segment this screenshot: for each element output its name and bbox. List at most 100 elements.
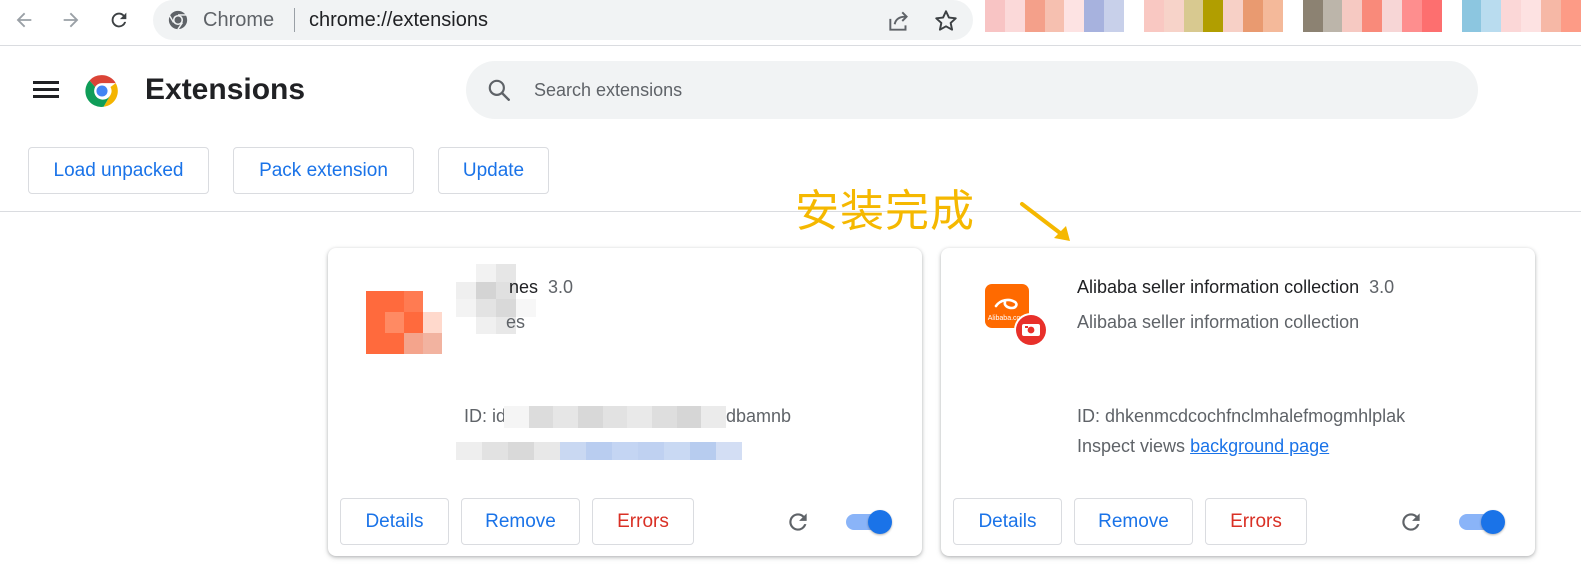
obscured-tile — [1481, 0, 1502, 32]
search-input[interactable] — [534, 61, 1434, 119]
obscured-tile — [664, 442, 690, 460]
obscured-tile — [1084, 0, 1105, 32]
alibaba-extension-icon: Alibaba.com — [985, 284, 1051, 350]
obscured-tile — [1342, 0, 1363, 32]
errors-button[interactable]: Errors — [592, 498, 694, 545]
obscured-tile — [456, 299, 476, 317]
obscured-tile — [1143, 0, 1164, 32]
obscured-tile — [366, 291, 385, 312]
obscured-tile — [716, 442, 742, 460]
obscured-tile — [423, 333, 442, 354]
obscured-tile — [1104, 0, 1125, 32]
details-button[interactable]: Details — [953, 498, 1062, 545]
obscured-id-block — [504, 406, 726, 428]
obscured-tile — [456, 264, 476, 282]
obscured-tile — [482, 442, 508, 460]
extension-card-alibaba: Alibaba.com Alibaba seller information c… — [941, 248, 1535, 556]
menu-icon — [33, 81, 59, 84]
obscured-tile — [385, 312, 404, 333]
obscured-tile — [456, 442, 482, 460]
enable-toggle[interactable] — [1459, 510, 1505, 534]
forward-button[interactable] — [55, 4, 87, 36]
obscured-tile — [1263, 0, 1283, 32]
chrome-logo-icon — [85, 75, 118, 107]
obscured-tile — [1402, 0, 1422, 32]
reload-extension-icon[interactable] — [785, 509, 811, 535]
obscured-tile — [627, 406, 652, 428]
obscured-tile — [385, 291, 404, 312]
obscured-tile — [1362, 0, 1383, 32]
extension-name: Alibaba seller information collection 3.0 — [1077, 277, 1394, 298]
install-complete-annotation: 安装完成 — [795, 186, 975, 237]
extension-version: 3.0 — [1369, 277, 1395, 297]
toggle-knob — [1481, 510, 1505, 534]
obscured-tile — [1024, 0, 1045, 32]
arrow-left-icon — [16, 12, 32, 28]
obscured-tile — [690, 442, 716, 460]
obscured-tile — [456, 281, 476, 299]
obscured-tile — [366, 312, 385, 333]
load-unpacked-button[interactable]: Load unpacked — [28, 147, 209, 194]
obscured-tile — [404, 270, 423, 291]
enable-toggle[interactable] — [846, 510, 892, 534]
obscured-tile — [1282, 0, 1303, 32]
details-button[interactable]: Details — [340, 498, 449, 545]
obscured-tile — [404, 291, 423, 312]
obscured-tile — [404, 312, 423, 333]
obscured-tile — [638, 442, 664, 460]
extension-card: nes 3.0 es ID: idikr dbamnb Details Remov… — [328, 248, 922, 556]
search-icon — [488, 79, 510, 101]
obscured-tile — [1421, 0, 1442, 32]
url-text[interactable]: chrome://extensions — [309, 9, 488, 32]
inspect-views: Inspect views background page — [1077, 436, 1329, 457]
obscured-tile — [1243, 0, 1264, 32]
extension-description: Alibaba seller information collection — [1077, 312, 1360, 332]
back-button[interactable] — [8, 4, 40, 36]
header-divider — [0, 211, 1581, 212]
obscured-tile — [1560, 0, 1581, 32]
obscured-tile — [476, 281, 496, 299]
main-menu-button[interactable] — [33, 78, 63, 104]
toggle-knob — [868, 510, 892, 534]
errors-button[interactable]: Errors — [1205, 498, 1307, 545]
obscured-tile — [1382, 0, 1403, 32]
address-bar[interactable]: Chrome chrome://extensions — [153, 0, 973, 40]
obscured-extension-icon — [366, 270, 442, 354]
pack-extension-button[interactable]: Pack extension — [233, 147, 414, 194]
obscured-tile — [456, 316, 476, 334]
reload-extension-icon[interactable] — [1398, 509, 1424, 535]
remove-button[interactable]: Remove — [1074, 498, 1193, 545]
obscured-tile — [676, 406, 702, 428]
update-button[interactable]: Update — [438, 147, 549, 194]
extension-id: ID: dhkenmcdcochfnclmhalefmogmhlplak — [1077, 406, 1406, 426]
search-bar[interactable] — [466, 61, 1478, 119]
obscured-tile — [385, 333, 404, 354]
obscured-tile — [1461, 0, 1482, 32]
share-icon[interactable] — [886, 8, 912, 34]
alibaba-logo-icon: Alibaba.com — [985, 284, 1048, 347]
obscured-tile — [366, 333, 385, 354]
reload-page-button[interactable] — [103, 4, 135, 36]
obscured-tile — [1521, 0, 1542, 32]
obscured-tile — [534, 442, 560, 460]
extension-version: 3.0 — [548, 277, 574, 297]
obscured-tile — [602, 406, 628, 428]
obscured-tile — [1044, 0, 1065, 32]
extension-id-tail: dbamnb — [726, 406, 792, 426]
page-title: Extensions — [145, 73, 306, 106]
obscured-tile — [1441, 0, 1462, 32]
obscured-tile — [1124, 0, 1144, 32]
obscured-tile — [423, 270, 442, 291]
obscured-tile — [404, 333, 423, 354]
obscured-tile — [504, 406, 529, 428]
obscured-tile — [612, 442, 638, 460]
background-page-link[interactable]: background page — [1190, 436, 1329, 456]
obscured-tile — [577, 406, 603, 428]
bookmark-star-icon[interactable] — [933, 8, 959, 34]
obscured-tile — [1203, 0, 1224, 32]
obscured-tile — [1004, 0, 1025, 32]
remove-button[interactable]: Remove — [461, 498, 580, 545]
obscured-tile — [423, 312, 442, 333]
obscured-tile — [476, 264, 496, 282]
obscured-tile — [508, 442, 534, 460]
